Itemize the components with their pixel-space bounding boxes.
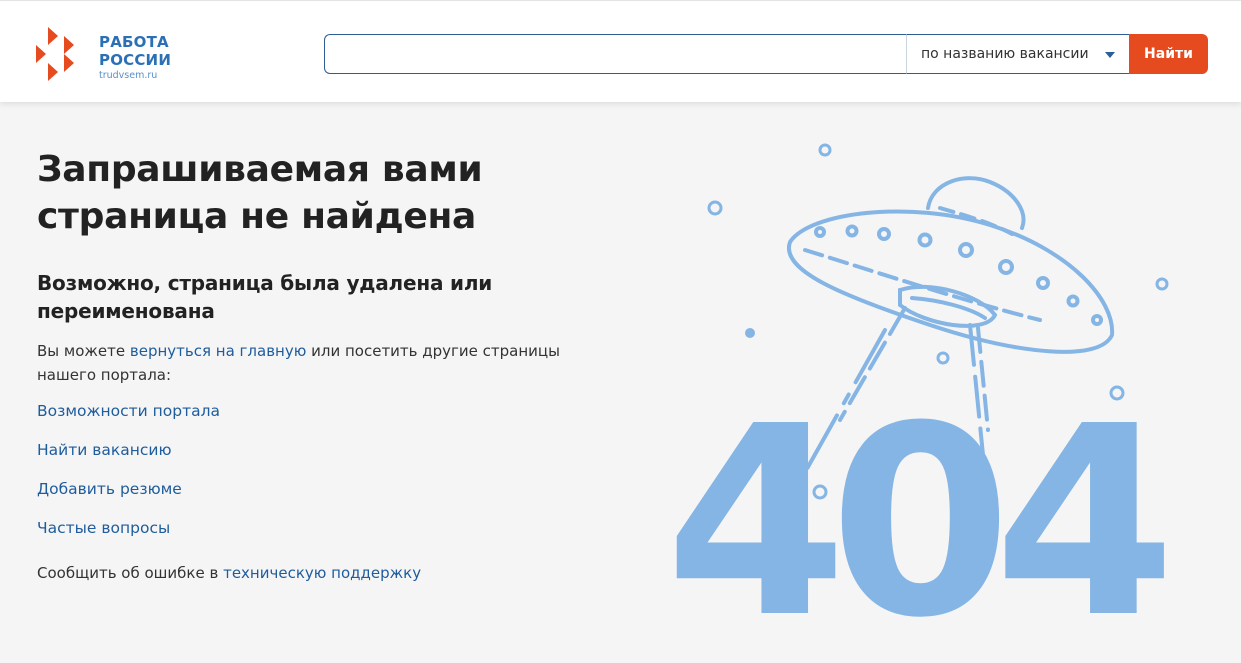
not-found-content: Запрашиваемая вами страница не найдена В… bbox=[37, 146, 617, 584]
search-button[interactable]: Найти bbox=[1129, 34, 1208, 74]
report-error: Сообщить об ошибке в техническую поддерж… bbox=[37, 562, 617, 584]
site-header: РАБОТА РОССИИ trudvsem.ru по названию ва… bbox=[0, 0, 1241, 102]
search-type-value: по названию вакансии bbox=[921, 46, 1089, 62]
description-text-before: Вы можете bbox=[37, 342, 130, 360]
logo[interactable]: РАБОТА РОССИИ trudvsem.ru bbox=[36, 27, 196, 83]
star-dot-filled bbox=[745, 328, 755, 338]
support-link[interactable]: техническую поддержку bbox=[223, 564, 421, 582]
search-bar: по названию вакансии Найти bbox=[324, 34, 1208, 74]
description: Вы можете вернуться на главную или посет… bbox=[37, 339, 617, 387]
ufo-404-illustration: 404 bbox=[665, 143, 1184, 630]
logo-text-line1: РАБОТА bbox=[99, 33, 169, 51]
home-link[interactable]: вернуться на главную bbox=[130, 342, 306, 360]
link-add-resume[interactable]: Добавить резюме bbox=[37, 479, 617, 499]
page-subtitle: Возможно, страница была удалена или пере… bbox=[37, 271, 493, 323]
link-portal-features[interactable]: Возможности портала bbox=[37, 401, 617, 421]
logo-domain: trudvsem.ru bbox=[99, 70, 158, 81]
ufo-icon bbox=[786, 176, 1115, 354]
search-type-select[interactable]: по названию вакансии bbox=[906, 34, 1129, 74]
search-input[interactable] bbox=[324, 34, 907, 74]
link-find-vacancy[interactable]: Найти вакансию bbox=[37, 440, 617, 460]
report-text: Сообщить об ошибке в bbox=[37, 564, 224, 582]
logo-icon bbox=[36, 27, 74, 81]
chevron-down-icon bbox=[1105, 52, 1115, 58]
logo-text-line2: РОССИИ bbox=[99, 51, 172, 69]
link-faq[interactable]: Частые вопросы bbox=[37, 518, 617, 538]
portal-links: Возможности портала Найти вакансию Добав… bbox=[37, 401, 617, 538]
page-title: Запрашиваемая вами страница не найдена bbox=[37, 149, 483, 237]
error-code-404: 404 bbox=[665, 370, 1166, 630]
